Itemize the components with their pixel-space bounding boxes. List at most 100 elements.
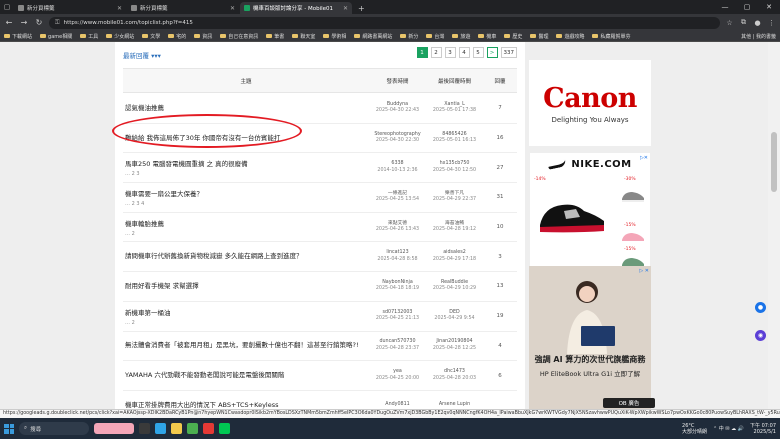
edge-browser-icon[interactable] — [155, 423, 166, 434]
taskbar-search-input[interactable]: ⌕ 搜尋 — [19, 422, 89, 435]
tray-icons[interactable]: ⌃ 中 ✉ ☁ 🔊 — [713, 425, 744, 432]
close-window-icon[interactable]: ✕ — [758, 0, 780, 14]
topic-pages[interactable]: … 2 3 4 — [125, 201, 369, 207]
table-row[interactable]: 認氣機油推薦 Buddyna 2025-04-30 22:43 Xantia_L 202… — [123, 94, 517, 124]
scrollbar-thumb[interactable] — [771, 132, 777, 192]
page-scrollbar[interactable] — [768, 42, 780, 409]
canon-ad[interactable]: Canon Delighting You Always — [529, 60, 651, 146]
chat-assistant-icon[interactable]: ◉ — [755, 330, 766, 341]
lock-icon[interactable]: ⚿ — [55, 19, 60, 27]
star-icon[interactable]: ☆ — [725, 19, 734, 27]
topic-pages[interactable]: … 2 3 — [125, 171, 369, 177]
ad-choices-badge[interactable]: ▷ ✕ — [639, 268, 649, 274]
topic-title-link[interactable]: 耐用好看手機架 求幫選擇 — [125, 280, 369, 290]
bookmark-item[interactable]: 筆書 — [266, 33, 284, 40]
windows-start-icon[interactable] — [4, 423, 14, 434]
table-row[interactable]: 新機車第一桶油 … 2 sd07132003 2025-04-25 21:13 DED 2… — [123, 302, 517, 332]
browser-tab-3[interactable]: 機車百談版討論分享 - Mobile01 ✕ — [240, 2, 352, 14]
bookmark-item[interactable]: 歷史 — [504, 33, 522, 40]
clock[interactable]: 下午 07:07 2025/5/1 — [750, 423, 776, 435]
bookmark-item[interactable]: 工具 — [80, 33, 98, 40]
tab-actions-icon[interactable]: ▢ — [0, 0, 14, 14]
bookmark-item[interactable]: 聯天室 — [292, 33, 315, 40]
url-input[interactable]: ⚿ https://www.mobile01.com/topiclist.php… — [49, 16, 720, 29]
bookmark-item[interactable]: 學術相 — [323, 33, 346, 40]
minimize-icon[interactable]: — — [714, 0, 736, 14]
bookmark-item[interactable]: 網路書萬網站 — [354, 33, 392, 40]
line-icon[interactable] — [219, 423, 230, 434]
topic-title-link[interactable]: 無法體會消費者「被套用月租」是黑坑，要創攝數十億也不翻！這甚至行銷策略?! — [125, 339, 369, 349]
author-link[interactable]: Andy0811 — [369, 402, 426, 409]
back-arrow-icon[interactable]: ← — [4, 18, 14, 27]
bookmark-item[interactable]: 旅遊 — [452, 33, 470, 40]
maximize-icon[interactable]: ▢ — [736, 0, 758, 14]
topic-title-link[interactable]: 新機車第一桶油 — [125, 307, 369, 317]
table-row[interactable]: 耐用好看手機架 求幫選擇 NaybonNinja 2025-04-18 18:19 R… — [123, 272, 517, 302]
bookmark-item[interactable]: 遊戲攻略 — [556, 33, 584, 40]
table-row[interactable]: 請問機車行代辦舊換新貨物稅減嶽 多久能在網路上查到進度？ lincat123 202… — [123, 242, 517, 273]
close-icon[interactable]: ✕ — [230, 5, 235, 12]
page-button[interactable]: 3 — [444, 47, 456, 58]
reload-icon[interactable]: ↻ — [34, 18, 44, 27]
bookmark-item[interactable]: 下載網站 — [4, 33, 32, 40]
table-row[interactable]: 機車需要一扇公里大保養？ … 2 3 4 一條進記 2025-04-25 13:54 樂… — [123, 183, 517, 213]
folder-icon — [478, 34, 485, 38]
chrome-icon[interactable] — [187, 423, 198, 434]
topic-title-link[interactable]: 認氣機油推薦 — [125, 102, 369, 112]
new-tab-button[interactable]: + — [353, 2, 370, 14]
file-explorer-icon[interactable] — [171, 423, 182, 434]
table-row[interactable]: 難給給 我佈這局佈了30年 你國帝有沒有一台仿賓能打 Stereophotogra… — [123, 124, 517, 154]
topic-title-link[interactable]: 請問機車行代辦舊換新貨物稅減嶽 多久能在網路上查到進度？ — [125, 250, 369, 260]
forward-arrow-icon[interactable]: → — [19, 18, 29, 27]
next-page-button[interactable]: > — [486, 47, 498, 58]
replier-link[interactable]: Arsene Lupin — [426, 402, 483, 409]
bookmark-item[interactable]: 資訊 — [194, 33, 212, 40]
page-button[interactable]: 4 — [458, 47, 470, 58]
bookmark-item[interactable]: 文學 — [142, 33, 160, 40]
bookmark-item[interactable]: 台灣 — [426, 33, 444, 40]
topic-title-link[interactable]: 難給給 我佈這局佈了30年 你國帝有沒有一台仿賓能打 — [125, 132, 369, 142]
topic-cell: 請問機車行代辦舊換新貨物稅減嶽 多久能在網路上查到進度？ — [123, 250, 369, 263]
taskbar-widget-image[interactable] — [94, 423, 134, 434]
page-button[interactable]: 5 — [472, 47, 484, 58]
table-row[interactable]: 馬車250 電腦發電機圓重摘 之 真的很廢備 … 2 3 6338 2014-10-1… — [123, 153, 517, 184]
page-button-current[interactable]: 1 — [416, 47, 428, 58]
bookmark-item[interactable]: 醫理 — [530, 33, 548, 40]
topic-title-link[interactable]: 馬車250 電腦發電機圓重摘 之 真的很廢備 — [125, 158, 369, 168]
bookmark-item[interactable]: 少女網站 — [106, 33, 134, 40]
folder-icon — [4, 34, 10, 38]
extensions-icon[interactable]: ⧉ — [739, 18, 748, 27]
browser-tab-2[interactable]: 新分頁標籤 ✕ — [127, 2, 239, 14]
table-row[interactable]: 無法體會消費者「被套用月租」是黑坑，要創攝數十億也不翻！這甚至行銷策略?! dun… — [123, 332, 517, 362]
browser-tab-1[interactable]: 新分頁標籤 ✕ — [14, 2, 126, 14]
page-button[interactable]: 2 — [430, 47, 442, 58]
hp-ad[interactable]: ▷ ✕ 強調 AI 算力的次世代旗艦商務 HP EliteBook Ultra … — [529, 266, 651, 414]
profile-icon[interactable]: ● — [753, 19, 762, 27]
topic-title-link[interactable]: 機車需要一扇公里大保養？ — [125, 188, 369, 198]
task-view-icon[interactable] — [139, 423, 150, 434]
latest-reply-link[interactable]: 最新回覆 ▾▾▾ — [123, 50, 161, 60]
ob-ad-badge[interactable]: OB 廣告 — [603, 398, 655, 408]
topic-title-link[interactable]: 機車正常掛牌費用大出的情況下 ABS+TCS+Keyless — [125, 399, 369, 409]
other-bookmarks[interactable]: 其他 | 我的書籤 — [741, 33, 776, 40]
bookmark-item[interactable]: 宅的 — [168, 33, 186, 40]
menu-icon[interactable]: ⋮ — [767, 19, 776, 27]
topic-title-link[interactable]: YAMAHA 六代勁戰不能發動老闆說可能是電盤後開關階 — [125, 369, 369, 379]
table-row[interactable]: YAMAHA 六代勁戰不能發動老闆說可能是電盤後開關階 yea 2025-04-25… — [123, 361, 517, 391]
bookmark-item[interactable]: game相關 — [40, 33, 72, 40]
bookmark-item[interactable]: 機車 — [478, 33, 496, 40]
app-icon[interactable] — [203, 423, 214, 434]
bookmark-item[interactable]: 新分 — [400, 33, 418, 40]
bookmark-item[interactable]: 私藏羅賀單芬 — [592, 33, 630, 40]
close-icon[interactable]: ✕ — [117, 5, 122, 12]
topic-pages[interactable]: … 2 — [125, 231, 369, 237]
ad-choices-icon[interactable]: ▷✕ — [640, 155, 648, 161]
edge-sidebar-icon[interactable]: ● — [755, 302, 766, 313]
weather-widget[interactable]: 26°C 大部分晴朗 — [682, 423, 707, 435]
close-icon[interactable]: ✕ — [343, 5, 348, 12]
table-row[interactable]: 機車輪胎推薦 … 2 來點艾德 2025-04-26 13:43 海苔油鮪 2025-04… — [123, 213, 517, 243]
topic-title-link[interactable]: 機車輪胎推薦 — [125, 218, 369, 228]
bookmark-item[interactable]: 自己在意資訊 — [220, 33, 258, 40]
topic-pages[interactable]: … 2 — [125, 320, 369, 326]
last-page-button[interactable]: 337 — [500, 47, 517, 58]
